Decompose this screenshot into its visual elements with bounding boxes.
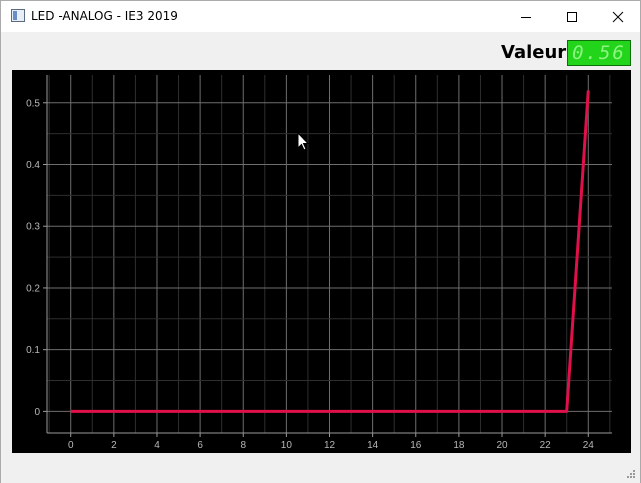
minimize-icon: [521, 16, 531, 18]
mouse-cursor-icon: [297, 132, 309, 151]
x-tick-label: 2: [111, 440, 117, 451]
value-lcd-display: 0.56: [567, 40, 631, 66]
y-tick-label: 0.2: [26, 283, 40, 294]
y-tick-label: 0.4: [26, 160, 40, 171]
close-button[interactable]: [595, 1, 641, 32]
maximize-button[interactable]: [549, 1, 595, 32]
close-icon: [612, 11, 624, 22]
x-tick-label: 14: [367, 440, 379, 451]
app-window: LED -ANALOG - IE3 2019 Valeur 0.56 02468…: [0, 0, 641, 483]
status-strip: [1, 453, 640, 483]
x-tick-label: 0: [68, 440, 74, 451]
minimize-button[interactable]: [503, 1, 549, 32]
window-title: LED -ANALOG - IE3 2019: [31, 9, 178, 23]
value-lcd-text: 0.56: [572, 42, 626, 64]
value-header: Valeur 0.56: [1, 32, 640, 70]
x-tick-label: 22: [540, 440, 552, 451]
y-tick-label: 0: [34, 407, 40, 418]
x-tick-label: 10: [281, 440, 293, 451]
x-tick-label: 18: [453, 440, 465, 451]
x-tick-label: 20: [496, 440, 508, 451]
x-tick-label: 4: [154, 440, 160, 451]
x-tick-label: 6: [197, 440, 203, 451]
resize-grip-icon[interactable]: [626, 469, 636, 479]
x-tick-label: 8: [240, 440, 246, 451]
x-tick-label: 24: [583, 440, 595, 451]
chart-area[interactable]: 0 2 4 6 8 10 12 14 16 18 20 22 24 0 0.1 0.2 0.3 0.4 0.5: [12, 70, 631, 453]
line-chart[interactable]: 0 2 4 6 8 10 12 14 16 18 20 22 2400.10.20.30.40.5: [12, 70, 631, 453]
y-tick-label: 0.3: [26, 222, 40, 233]
title-bar[interactable]: LED -ANALOG - IE3 2019: [1, 1, 640, 32]
app-icon: [11, 9, 25, 22]
x-tick-label: 12: [324, 440, 336, 451]
maximize-icon: [567, 11, 577, 22]
y-tick-label: 0.1: [26, 345, 40, 356]
value-label: Valeur: [501, 42, 567, 63]
y-tick-label: 0.5: [26, 98, 40, 109]
x-tick-label: 16: [410, 440, 422, 451]
